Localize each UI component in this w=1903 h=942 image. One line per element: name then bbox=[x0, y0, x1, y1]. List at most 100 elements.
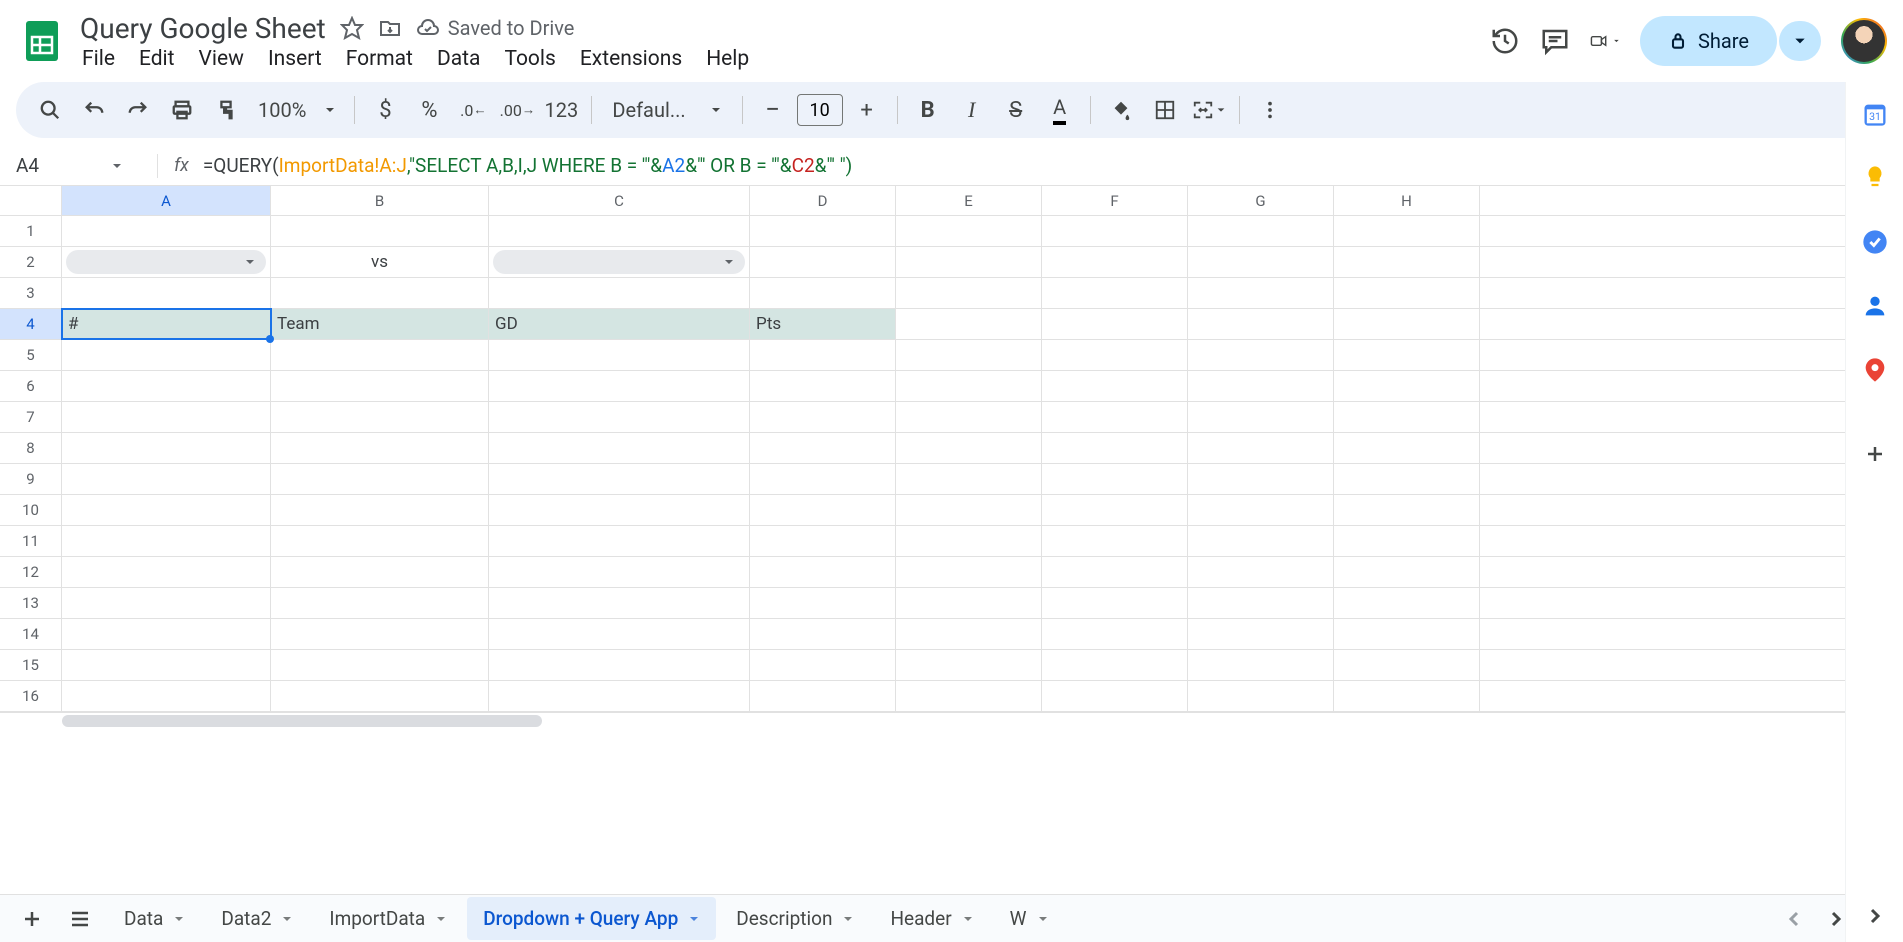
menu-file[interactable]: File bbox=[82, 47, 115, 71]
addons-plus-icon[interactable] bbox=[1861, 440, 1889, 468]
undo-icon[interactable] bbox=[74, 90, 114, 130]
menu-data[interactable]: Data bbox=[437, 47, 481, 71]
row-header[interactable]: 11 bbox=[0, 526, 62, 556]
currency-icon[interactable]: $ bbox=[365, 90, 405, 130]
percent-icon[interactable]: % bbox=[409, 90, 449, 130]
merge-cells-icon[interactable] bbox=[1189, 90, 1229, 130]
font-size-decrease[interactable]: − bbox=[753, 90, 793, 130]
cell[interactable] bbox=[896, 526, 1042, 556]
dropdown-chip[interactable] bbox=[493, 250, 745, 274]
cell[interactable] bbox=[1042, 650, 1188, 680]
cell[interactable] bbox=[750, 619, 896, 649]
cell[interactable] bbox=[489, 588, 750, 618]
cell[interactable] bbox=[271, 650, 489, 680]
row-header[interactable]: 5 bbox=[0, 340, 62, 370]
row-header[interactable]: 7 bbox=[0, 402, 62, 432]
document-title[interactable]: Query Google Sheet bbox=[80, 12, 326, 45]
number-format-icon[interactable]: 123 bbox=[541, 90, 581, 130]
sheet-tab[interactable]: Dropdown + Query App bbox=[467, 897, 716, 940]
decrease-decimal-icon[interactable]: .0← bbox=[453, 90, 493, 130]
cell[interactable] bbox=[750, 650, 896, 680]
cell[interactable] bbox=[1334, 464, 1480, 494]
cell[interactable] bbox=[62, 464, 271, 494]
cell[interactable] bbox=[489, 402, 750, 432]
cell[interactable] bbox=[489, 278, 750, 308]
sheet-tab[interactable]: Description bbox=[720, 897, 870, 940]
row-header[interactable]: 13 bbox=[0, 588, 62, 618]
cell[interactable] bbox=[489, 464, 750, 494]
name-box[interactable]: A4 bbox=[16, 154, 141, 177]
cell[interactable] bbox=[271, 278, 489, 308]
more-icon[interactable] bbox=[1250, 90, 1290, 130]
tab-next-icon[interactable] bbox=[1827, 910, 1845, 928]
cell[interactable] bbox=[271, 216, 489, 246]
cell[interactable] bbox=[1042, 309, 1188, 339]
zoom-select[interactable]: 100% bbox=[250, 98, 344, 122]
cell[interactable] bbox=[271, 433, 489, 463]
text-color-icon[interactable]: A bbox=[1040, 90, 1080, 130]
fill-color-icon[interactable] bbox=[1101, 90, 1141, 130]
cell[interactable] bbox=[1334, 650, 1480, 680]
cell[interactable]: # bbox=[62, 309, 271, 339]
cell[interactable] bbox=[271, 557, 489, 587]
cell[interactable] bbox=[896, 588, 1042, 618]
cell[interactable] bbox=[896, 681, 1042, 711]
cell[interactable] bbox=[1188, 650, 1334, 680]
cell[interactable] bbox=[896, 650, 1042, 680]
menu-extensions[interactable]: Extensions bbox=[580, 47, 682, 71]
meet-icon[interactable] bbox=[1590, 26, 1620, 56]
cell[interactable] bbox=[1042, 464, 1188, 494]
menu-format[interactable]: Format bbox=[346, 47, 413, 71]
cell[interactable] bbox=[1334, 495, 1480, 525]
cell[interactable] bbox=[271, 371, 489, 401]
menu-insert[interactable]: Insert bbox=[268, 47, 322, 71]
cell[interactable] bbox=[1334, 340, 1480, 370]
maps-icon[interactable] bbox=[1861, 356, 1889, 384]
cell[interactable] bbox=[271, 402, 489, 432]
cell[interactable] bbox=[1042, 526, 1188, 556]
cell[interactable] bbox=[271, 526, 489, 556]
cell[interactable] bbox=[1334, 619, 1480, 649]
cell[interactable] bbox=[1188, 619, 1334, 649]
cell[interactable] bbox=[1188, 588, 1334, 618]
cell[interactable] bbox=[489, 526, 750, 556]
search-icon[interactable] bbox=[30, 90, 70, 130]
cell[interactable] bbox=[750, 464, 896, 494]
cell[interactable] bbox=[271, 681, 489, 711]
cell[interactable] bbox=[1334, 588, 1480, 618]
chevron-down-icon[interactable] bbox=[111, 160, 123, 172]
cell[interactable] bbox=[271, 619, 489, 649]
column-header[interactable]: B bbox=[271, 186, 489, 215]
cell[interactable] bbox=[1334, 216, 1480, 246]
cell[interactable] bbox=[1188, 216, 1334, 246]
cell[interactable] bbox=[896, 495, 1042, 525]
cell[interactable] bbox=[896, 216, 1042, 246]
cell[interactable] bbox=[896, 619, 1042, 649]
cell[interactable] bbox=[750, 216, 896, 246]
cell[interactable] bbox=[62, 247, 271, 277]
cell[interactable] bbox=[1334, 402, 1480, 432]
tab-prev-icon[interactable] bbox=[1785, 910, 1803, 928]
share-button[interactable]: Share bbox=[1640, 16, 1777, 66]
font-size-increase[interactable]: + bbox=[847, 90, 887, 130]
cell[interactable] bbox=[896, 433, 1042, 463]
history-icon[interactable] bbox=[1490, 26, 1520, 56]
cell[interactable] bbox=[271, 495, 489, 525]
cell[interactable] bbox=[62, 340, 271, 370]
cell[interactable] bbox=[750, 278, 896, 308]
cell[interactable] bbox=[1334, 433, 1480, 463]
sheet-tab[interactable]: Header bbox=[874, 897, 989, 940]
cell[interactable] bbox=[1188, 526, 1334, 556]
cell[interactable] bbox=[1042, 619, 1188, 649]
cell[interactable] bbox=[62, 278, 271, 308]
cell[interactable]: Team bbox=[271, 309, 489, 339]
cell[interactable] bbox=[1188, 340, 1334, 370]
cell[interactable] bbox=[1188, 557, 1334, 587]
menu-tools[interactable]: Tools bbox=[504, 47, 555, 71]
cell[interactable] bbox=[271, 464, 489, 494]
column-header[interactable]: E bbox=[896, 186, 1042, 215]
row-header[interactable]: 14 bbox=[0, 619, 62, 649]
cell[interactable] bbox=[62, 557, 271, 587]
menu-help[interactable]: Help bbox=[706, 47, 749, 71]
share-dropdown[interactable] bbox=[1779, 21, 1821, 61]
